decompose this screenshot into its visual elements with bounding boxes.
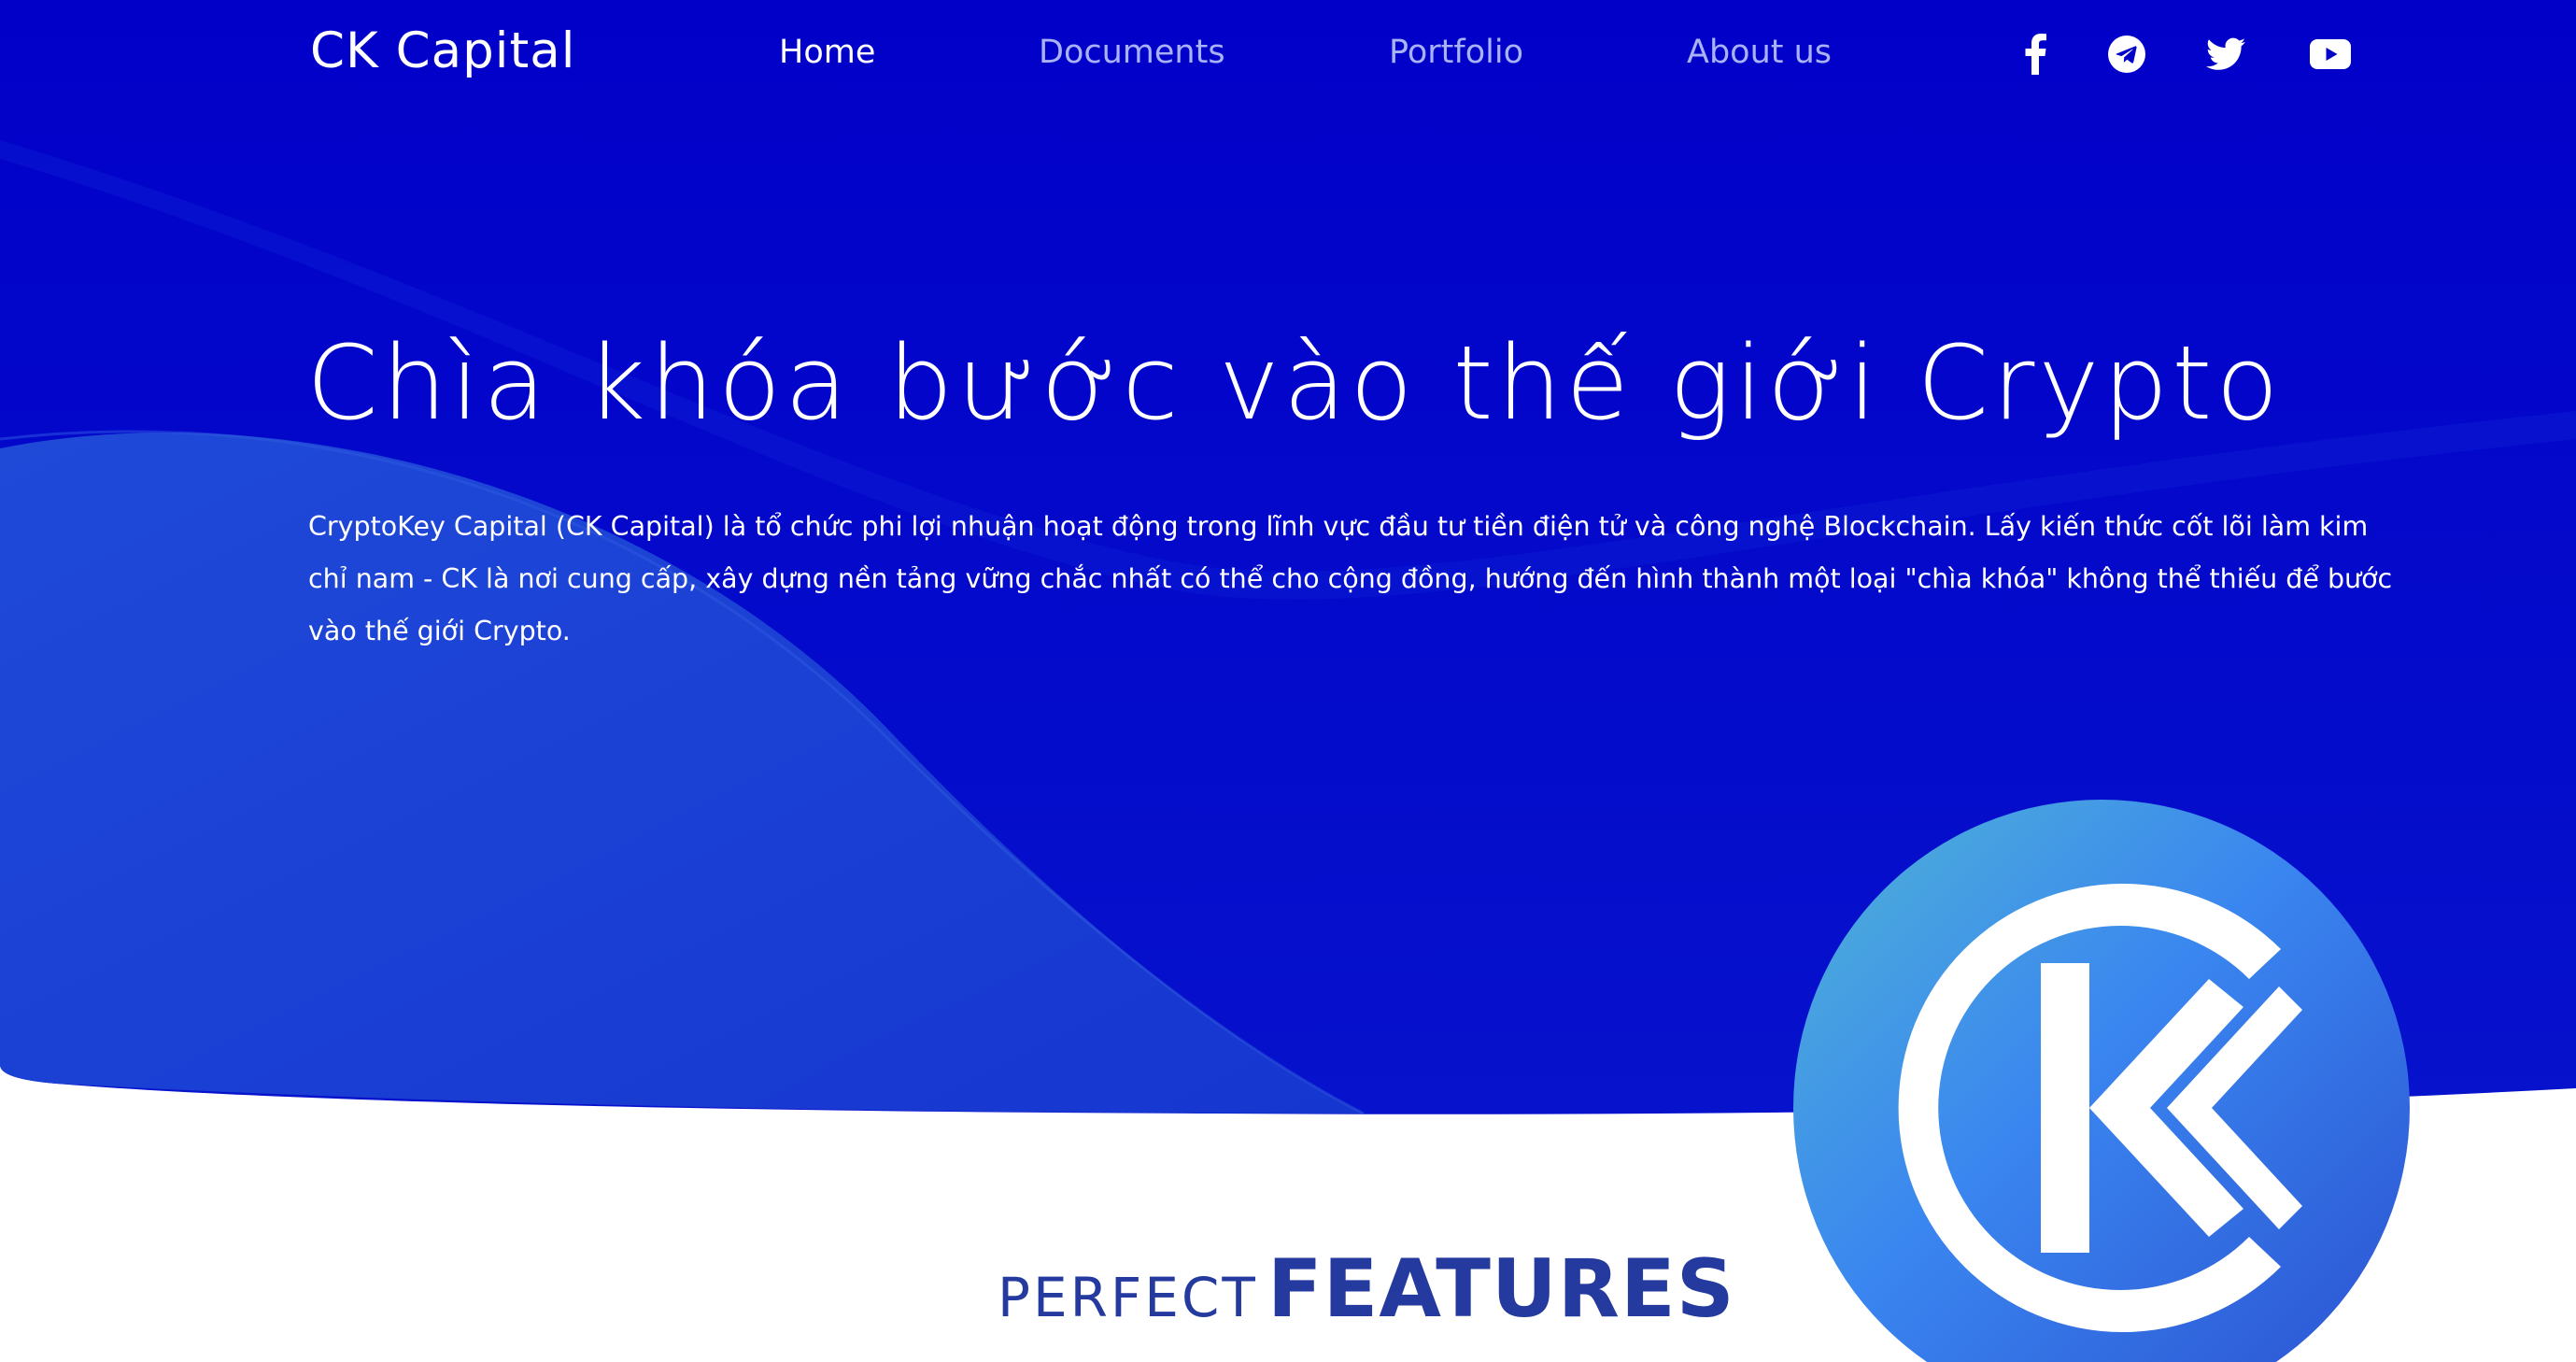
page: CK Capital Home Documents Portfolio Abou… [0,0,2576,1362]
youtube-icon[interactable] [2305,26,2356,82]
telegram-icon[interactable] [2102,26,2152,82]
nav-about-us-link[interactable]: About us [1687,34,1832,71]
features-heading-title: FEATURES [1267,1242,1735,1336]
hero-title: Chìa khóa bước vào thế giới Crypto [306,323,2283,443]
nav-portfolio-link[interactable]: Portfolio [1389,34,1523,71]
top-navigation: CK Capital Home Documents Portfolio Abou… [0,0,2576,110]
ck-logo-icon [1793,800,2410,1362]
brand-logo-text[interactable]: CK Capital [310,22,575,79]
features-heading-prefix: PERFECT [998,1266,1258,1329]
nav-documents-link[interactable]: Documents [1039,34,1225,71]
facebook-icon[interactable] [2010,26,2060,82]
hero-description: CryptoKey Capital (CK Capital) là tổ chứ… [308,511,2393,646]
features-heading: PERFECT FEATURES [998,1242,1735,1336]
nav-home-link[interactable]: Home [779,34,875,71]
twitter-icon[interactable] [2201,26,2251,82]
